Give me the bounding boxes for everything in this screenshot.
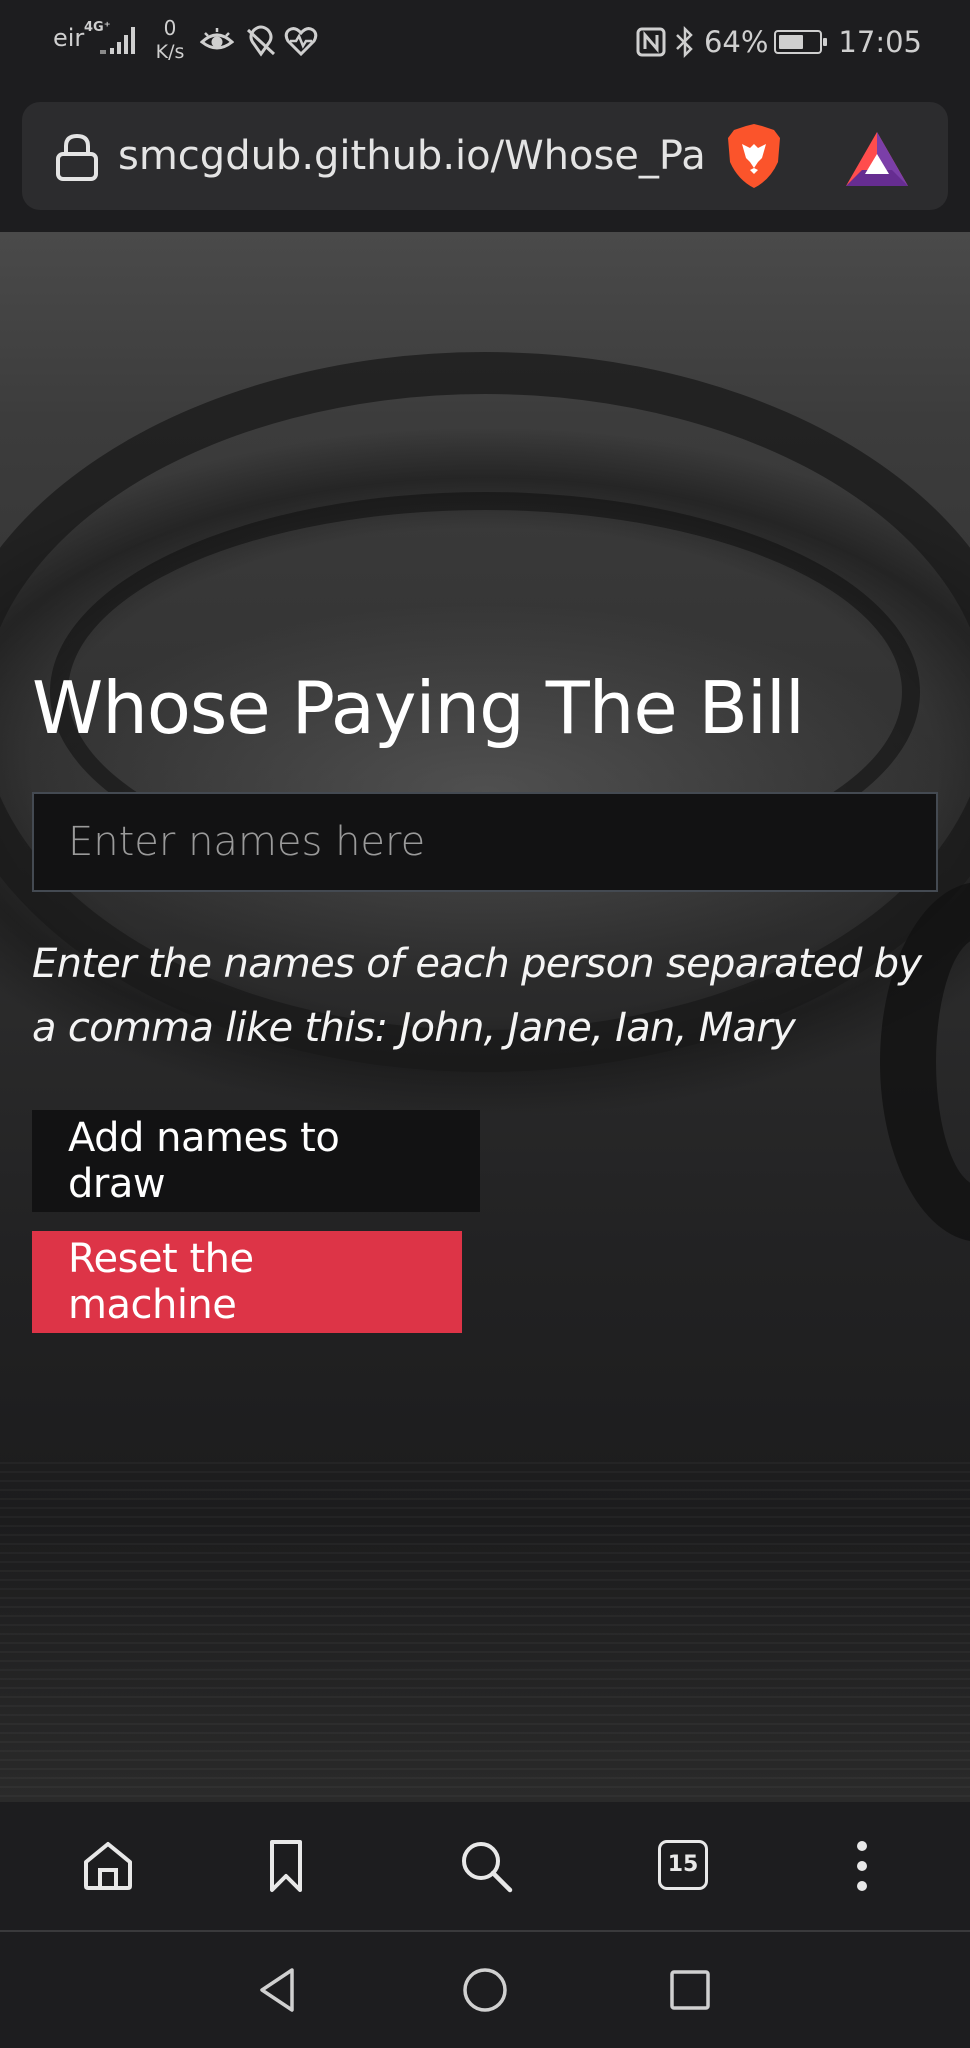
speed-value: 0 — [163, 16, 177, 40]
phone-screen: eir 4G⁺ 0 K/s 64% 17:05 smcgdub.github.i… — [0, 0, 970, 2048]
location-off-icon — [246, 25, 276, 57]
page-title: Whose Paying The Bill — [32, 666, 805, 750]
home-circle-icon[interactable] — [457, 1962, 513, 2018]
tabs-button[interactable]: 15 — [654, 1836, 714, 1896]
bookmark-icon[interactable] — [256, 1836, 316, 1896]
status-right-group: 64% 17:05 — [636, 22, 922, 62]
speed-unit: K/s — [155, 41, 185, 63]
search-icon[interactable] — [456, 1836, 516, 1896]
page-content: Whose Paying The Bill Enter the names of… — [0, 232, 970, 1802]
browser-top-bar: smcgdub.github.io/Whose_Pa — [0, 84, 970, 232]
signal-icon — [100, 27, 135, 54]
url-text[interactable]: smcgdub.github.io/Whose_Pa — [118, 130, 714, 182]
health-heart-icon — [284, 27, 318, 57]
address-bar[interactable]: smcgdub.github.io/Whose_Pa — [22, 102, 948, 210]
tabs-count: 15 — [658, 1840, 708, 1890]
back-icon[interactable] — [250, 1962, 306, 2018]
brave-shields-icon[interactable] — [724, 122, 784, 190]
bluetooth-icon — [676, 25, 693, 59]
recents-icon[interactable] — [662, 1962, 718, 2018]
reset-machine-button[interactable]: Reset the machine — [32, 1231, 462, 1333]
eye-icon — [200, 28, 234, 50]
help-text: Enter the names of each person separated… — [32, 941, 922, 1051]
system-nav-bar — [0, 1932, 970, 2048]
add-names-button[interactable]: Add names to draw — [32, 1110, 480, 1212]
lock-icon[interactable] — [54, 132, 100, 182]
clock-time: 17:05 — [838, 25, 922, 59]
status-bar: eir 4G⁺ 0 K/s 64% 17:05 — [0, 0, 970, 84]
battery-percent: 64% — [703, 25, 769, 59]
battery-icon — [774, 30, 828, 54]
carrier-name: eir — [53, 24, 85, 52]
battery-fill — [779, 35, 804, 49]
home-icon[interactable] — [78, 1836, 138, 1896]
network-speed: 0 K/s — [152, 16, 188, 64]
browser-toolbar: 15 — [0, 1802, 970, 1932]
more-menu-icon[interactable] — [832, 1836, 892, 1896]
names-input[interactable] — [32, 792, 938, 892]
background-table — [0, 1462, 970, 1802]
nfc-icon — [636, 27, 666, 57]
brave-rewards-icon[interactable] — [844, 130, 910, 188]
